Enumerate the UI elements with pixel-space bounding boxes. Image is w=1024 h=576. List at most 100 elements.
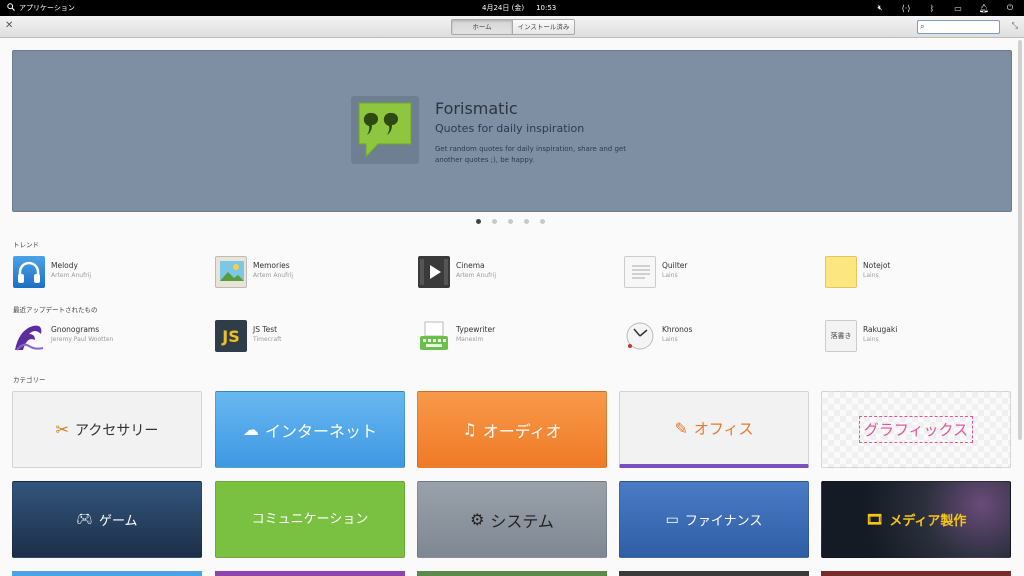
category-label: グラフィックス	[858, 416, 974, 443]
app-item-typewriter[interactable]: Typewriter Manexim	[418, 320, 608, 354]
app-author: Lains	[662, 272, 678, 279]
pager-dot[interactable]	[540, 219, 545, 224]
app-name: Quilter	[662, 261, 688, 270]
music-note-icon: ♫	[462, 420, 477, 439]
gamepad-icon: 🎮︎	[76, 512, 93, 527]
app-author: Lains	[662, 336, 678, 343]
category-label: インターネット	[264, 421, 377, 441]
category-label: システム	[490, 511, 554, 531]
app-author: Lains	[863, 336, 879, 343]
applications-label: アプリケーション	[19, 4, 75, 12]
close-button[interactable]: ✕	[5, 20, 13, 31]
document-icon	[624, 256, 656, 288]
category-tile-partial[interactable]	[619, 571, 809, 576]
category-media-production[interactable]: 🎞︎ メディア製作	[821, 481, 1011, 558]
app-item-js-test[interactable]: JS JS Test Timecraft	[215, 320, 405, 354]
app-author: Artem Anufrij	[51, 272, 91, 279]
category-tile-partial[interactable]	[12, 571, 202, 576]
category-communication[interactable]: コミュニケーション	[215, 481, 405, 558]
pager-dot[interactable]	[524, 219, 529, 224]
clock[interactable]: 4月24日 (金) 10:53	[482, 0, 556, 16]
category-label: コミュニケーション	[251, 511, 369, 527]
keyboard-icon	[418, 320, 450, 352]
app-name: Memories	[253, 261, 290, 270]
app-item-memories[interactable]: Memories Artem Anufrij	[215, 256, 405, 290]
search-icon	[7, 3, 15, 13]
recent-section-title: 最近アップデートされたもの	[13, 306, 98, 314]
category-graphics[interactable]: グラフィックス	[821, 391, 1011, 468]
tab-installed[interactable]: インストール済み	[513, 20, 574, 34]
app-author: Artem Anufrij	[456, 272, 496, 279]
app-name: Gnonograms	[51, 325, 100, 334]
app-name: Melody	[51, 261, 78, 270]
app-author: Lains	[863, 272, 879, 279]
categories-section-title: カテゴリー	[13, 376, 46, 384]
app-name: Cinema	[456, 261, 485, 270]
category-finance[interactable]: ▭ ファイナンス	[619, 481, 809, 558]
banner-title: Forismatic	[435, 99, 518, 118]
category-audio[interactable]: ♫ オーディオ	[417, 391, 607, 468]
volume-muted-icon[interactable]: 🔇︎	[874, 3, 886, 13]
category-label: メディア製作	[889, 514, 967, 529]
pager-dot[interactable]	[476, 219, 481, 224]
rakugaki-icon: 落書き	[825, 320, 857, 352]
banner-summary: Quotes for daily inspiration	[435, 122, 585, 135]
pager-dot[interactable]	[492, 219, 497, 224]
category-label: オーディオ	[482, 421, 562, 441]
date-label: 4月24日 (金)	[482, 4, 525, 12]
category-tile-partial[interactable]	[821, 571, 1011, 576]
battery-icon[interactable]: ▭	[952, 4, 964, 13]
app-item-cinema[interactable]: Cinema Artem Anufrij	[418, 256, 608, 290]
app-author: Timecraft	[253, 336, 282, 343]
wave-icon	[13, 320, 45, 352]
category-label: ゲーム	[98, 514, 138, 529]
js-icon: JS	[215, 320, 247, 352]
category-games[interactable]: 🎮︎ ゲーム	[12, 481, 202, 558]
time-label: 10:53	[536, 4, 557, 12]
search-input[interactable]: ⌕	[917, 20, 1000, 34]
category-label: オフィス	[693, 419, 754, 438]
notifications-icon[interactable]: 🔔︎	[978, 4, 990, 13]
category-system[interactable]: ⚙ システム	[417, 481, 607, 558]
film-play-icon	[418, 256, 450, 288]
headphones-icon	[13, 256, 45, 288]
banner-pager	[476, 219, 545, 224]
app-item-quilter[interactable]: Quilter Lains	[624, 256, 814, 290]
app-item-notejot[interactable]: Notejot Lains	[825, 256, 1015, 290]
category-tile-partial[interactable]	[215, 571, 405, 576]
header-bar: ✕ ホーム インストール済み ⌕ ⤡	[0, 16, 1024, 38]
scissors-icon: ✂	[55, 420, 70, 439]
category-label: アクセサリー	[75, 422, 159, 439]
app-item-gnonograms[interactable]: Gnonograms Jeremy Paul Wootten	[13, 320, 203, 354]
app-name: Typewriter	[456, 325, 496, 334]
category-internet[interactable]: ☁ インターネット	[215, 391, 405, 468]
featured-banner[interactable]: Forismatic Quotes for daily inspiration …	[12, 50, 1012, 212]
power-icon[interactable]: ⏻	[1004, 3, 1016, 13]
scrollbar[interactable]	[1018, 40, 1022, 440]
app-author: Jeremy Paul Wootten	[51, 336, 114, 343]
pencil-icon: ✎	[674, 418, 688, 438]
app-item-melody[interactable]: Melody Artem Anufrij	[13, 256, 203, 290]
tab-home[interactable]: ホーム	[452, 20, 513, 34]
applications-menu[interactable]: アプリケーション	[7, 3, 75, 13]
trending-section-title: トレンド	[13, 241, 39, 249]
category-tile-partial[interactable]	[417, 571, 607, 576]
cloud-icon: ☁	[242, 420, 259, 439]
network-icon[interactable]: ⟨·⟩	[900, 4, 912, 13]
search-icon: ⌕	[920, 22, 925, 31]
icon-text: 落書き	[830, 332, 852, 340]
app-item-rakugaki[interactable]: 落書き Rakugaki Lains	[825, 320, 1015, 354]
app-name: JS Test	[253, 325, 278, 334]
category-label: ファイナンス	[684, 514, 763, 529]
pager-dot[interactable]	[508, 219, 513, 224]
category-accessories[interactable]: ✂ アクセサリー	[12, 391, 202, 468]
app-item-khronos[interactable]: Khronos Lains	[624, 320, 814, 354]
category-office[interactable]: ✎ オフィス	[619, 391, 809, 468]
app-name: Notejot	[863, 261, 891, 270]
sticky-note-icon	[825, 256, 857, 288]
app-name: Rakugaki	[863, 325, 898, 334]
forismatic-app-icon	[351, 96, 419, 164]
bluetooth-icon[interactable]: ᛒ	[926, 4, 938, 13]
restore-window-button[interactable]: ⤡	[1012, 21, 1018, 31]
app-author: Artem Anufrij	[253, 272, 293, 279]
